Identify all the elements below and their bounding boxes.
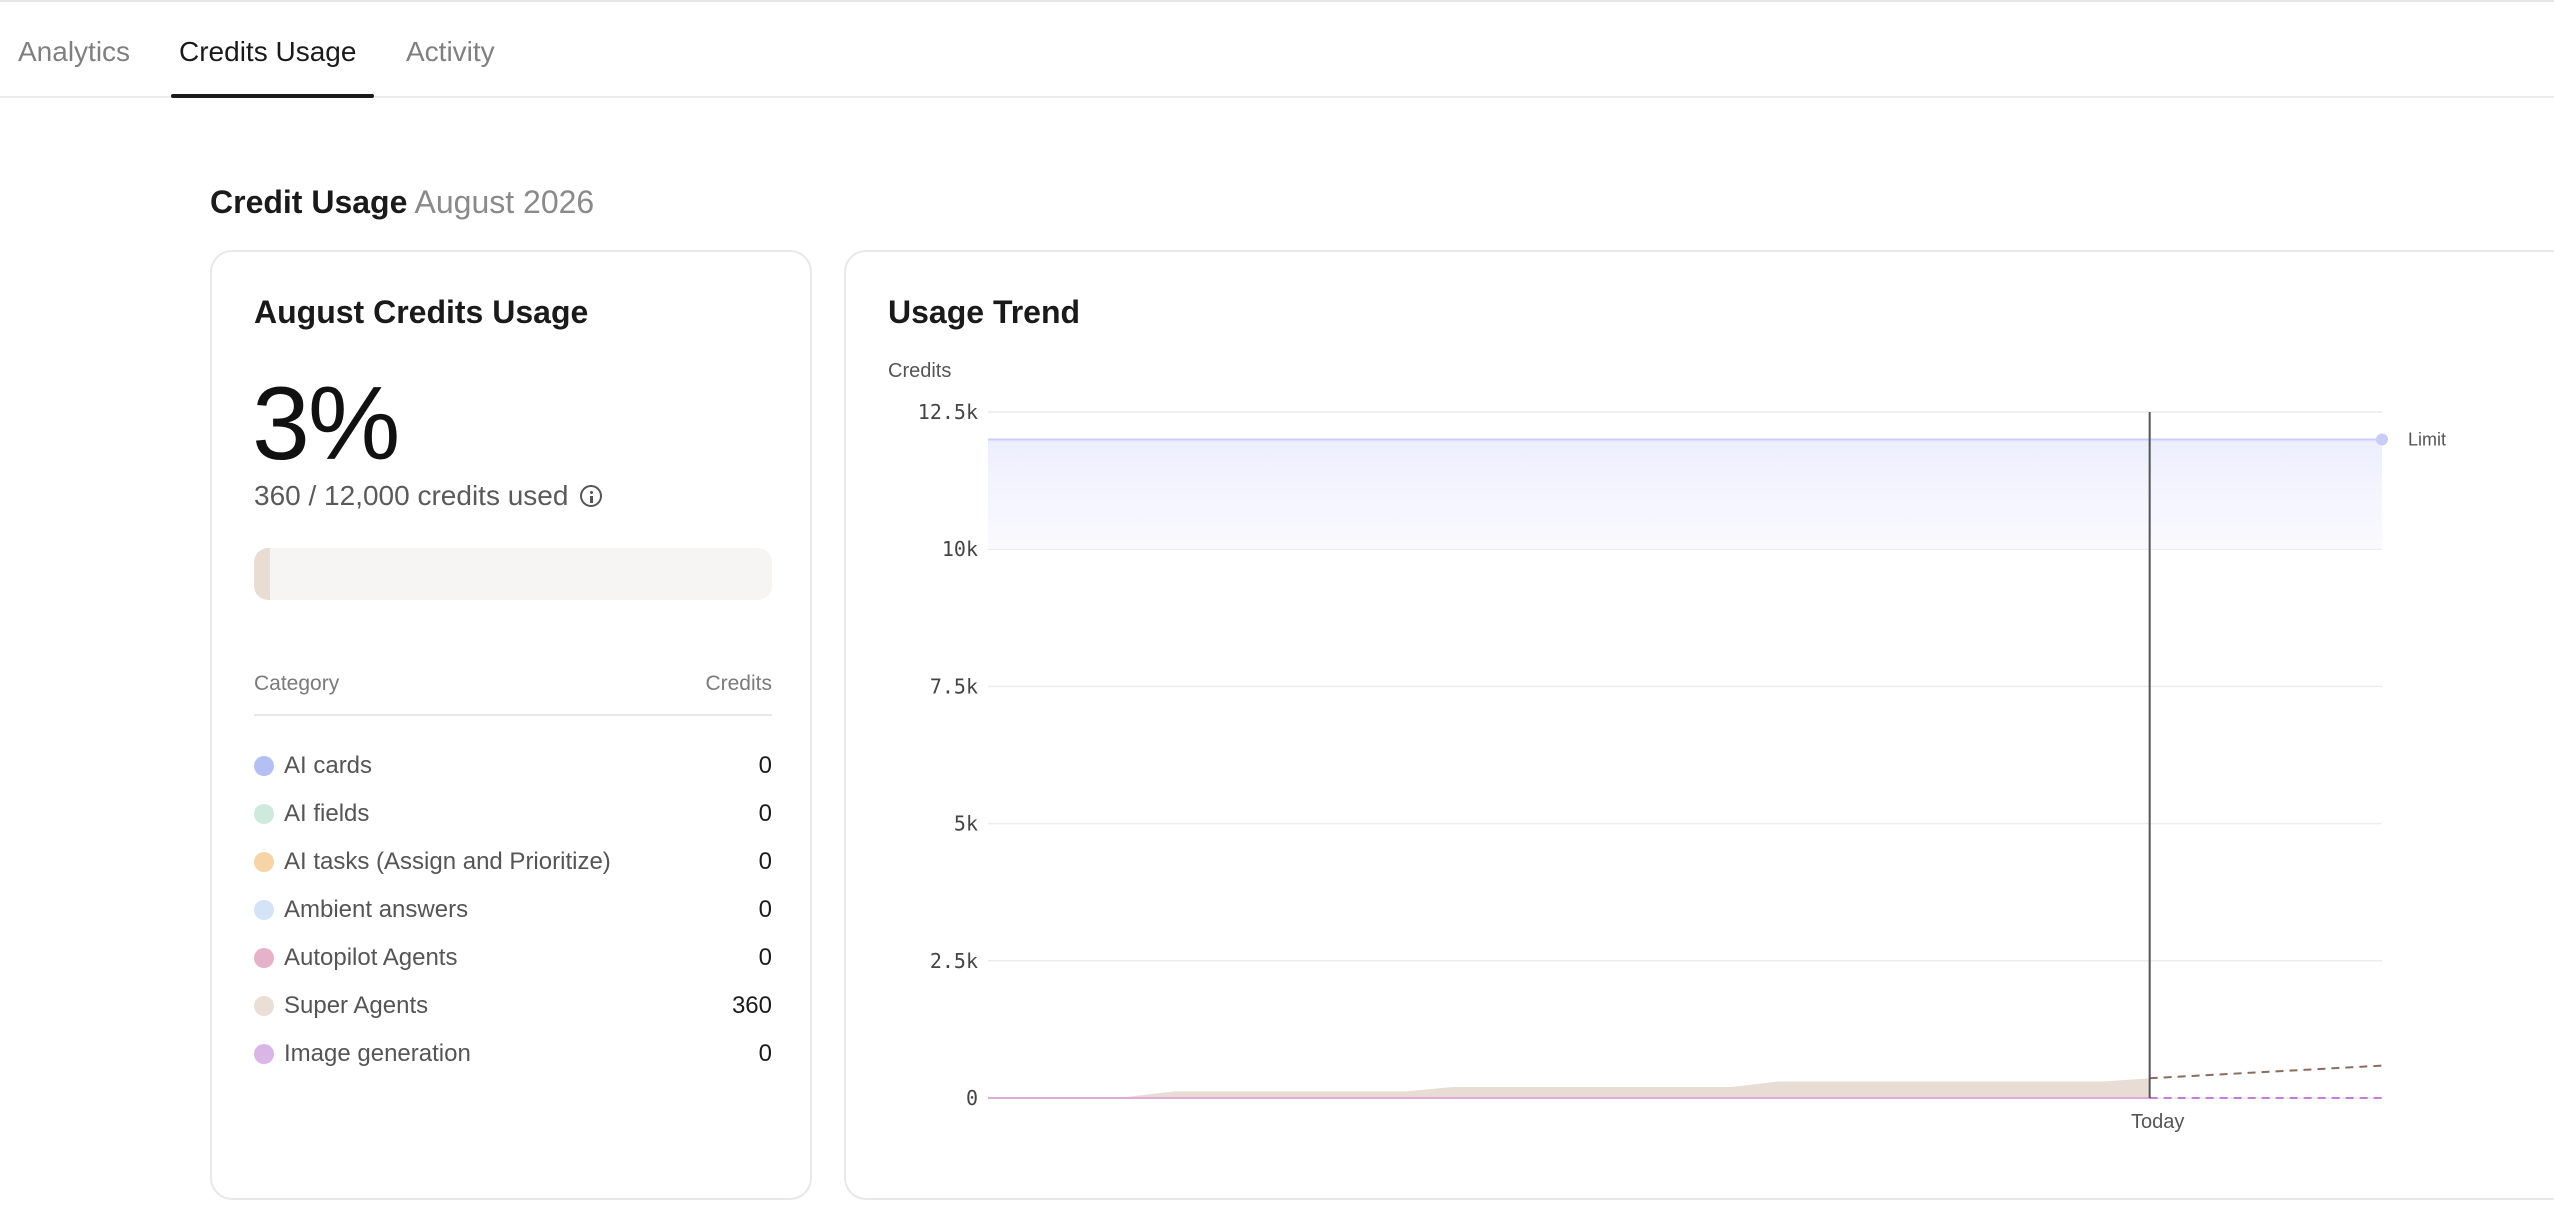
usage-text-line: 360 / 12,000 credits used	[254, 480, 603, 512]
category-row-label-group: AI tasks (Assign and Prioritize)	[254, 848, 611, 876]
usage-progress-fill	[254, 548, 270, 600]
usage-progress-bar	[254, 548, 772, 600]
category-row: Autopilot Agents 0	[254, 934, 772, 982]
category-row: Image generation 0	[254, 1030, 772, 1078]
y-tick-label: 5k	[954, 812, 978, 836]
info-icon[interactable]	[580, 485, 603, 507]
usage-trend-card: Usage Trend Credits 0 2.5k 5k 7.5k 10k 12.5k L…	[844, 250, 2554, 1200]
category-label: Ambient answers	[284, 896, 469, 923]
today-label: Today	[2131, 1111, 2184, 1133]
category-color-dot	[254, 900, 274, 920]
limit-band	[988, 439, 2382, 550]
category-credits-value: 0	[758, 752, 772, 779]
category-row-label-group: AI cards	[254, 752, 372, 780]
category-label: AI fields	[284, 800, 370, 827]
y-tick-label: 10k	[942, 537, 978, 561]
category-label: Autopilot Agents	[284, 944, 458, 971]
category-row-label-group: Autopilot Agents	[254, 944, 457, 972]
category-credits-value: 360	[731, 992, 772, 1019]
category-credits-value: 0	[758, 896, 772, 923]
category-row: Super Agents 360	[254, 982, 772, 1030]
category-column-header: Category	[254, 672, 340, 695]
category-list: AI cards 0 AI fields 0 AI tasks (Assign and …	[254, 742, 772, 1078]
y-tick-label: 0	[966, 1086, 978, 1110]
category-row-label-group: AI fields	[254, 800, 369, 828]
tab-credits-usage[interactable]: Credits Usage	[179, 32, 356, 72]
projection-line	[2149, 1064, 2383, 1080]
category-row: AI cards 0	[254, 742, 772, 790]
section-period: August 2026	[414, 184, 595, 220]
super-agents-area	[988, 1078, 2150, 1098]
category-credits-value: 0	[758, 1040, 772, 1067]
category-color-dot	[254, 1044, 274, 1064]
tab-bar: Analytics Credits Usage Activity	[0, 0, 2554, 98]
category-label: AI cards	[284, 752, 373, 779]
tab-activity[interactable]: Activity	[406, 32, 495, 72]
limit-label: Limit	[2408, 429, 2446, 449]
y-tick-label: 7.5k	[930, 674, 978, 698]
category-color-dot	[254, 756, 274, 776]
usage-trend-chart: 0 2.5k 5k 7.5k 10k 12.5k Limit Today	[918, 400, 2446, 1133]
section-title-label: Credit Usage	[210, 184, 408, 220]
usage-text: 360 / 12,000 credits used	[254, 480, 569, 511]
category-row: Ambient answers 0	[254, 886, 772, 934]
category-credits-value: 0	[758, 944, 772, 971]
usage-percent: 3%	[252, 366, 400, 482]
y-tick-label: 2.5k	[930, 949, 978, 973]
category-row: AI fields 0	[254, 790, 772, 838]
category-color-dot	[254, 852, 274, 872]
category-table-header: Category Credits	[254, 666, 772, 716]
tab-analytics[interactable]: Analytics	[18, 32, 130, 72]
section-title: Credit Usage August 2026	[210, 182, 594, 222]
category-color-dot	[254, 804, 274, 824]
active-tab-indicator	[171, 94, 374, 98]
summary-card-title: August Credits Usage	[254, 294, 589, 330]
category-label: AI tasks (Assign and Prioritize)	[284, 848, 611, 875]
credits-summary-card: August Credits Usage 3% 360 / 12,000 cre…	[210, 250, 812, 1200]
category-color-dot	[254, 996, 274, 1016]
category-label: Image generation	[284, 1040, 471, 1067]
credits-column-header: Credits	[705, 672, 772, 695]
limit-marker	[2376, 433, 2388, 446]
category-credits-value: 0	[758, 848, 772, 875]
category-row-label-group: Image generation	[254, 1040, 471, 1068]
category-credits-value: 0	[758, 800, 772, 827]
category-row-label-group: Ambient answers	[254, 896, 468, 924]
category-color-dot	[254, 948, 274, 968]
category-row-label-group: Super Agents	[254, 992, 428, 1020]
y-tick-label: 12.5k	[918, 400, 978, 424]
category-label: Super Agents	[284, 992, 429, 1019]
category-row: AI tasks (Assign and Prioritize) 0	[254, 838, 772, 886]
